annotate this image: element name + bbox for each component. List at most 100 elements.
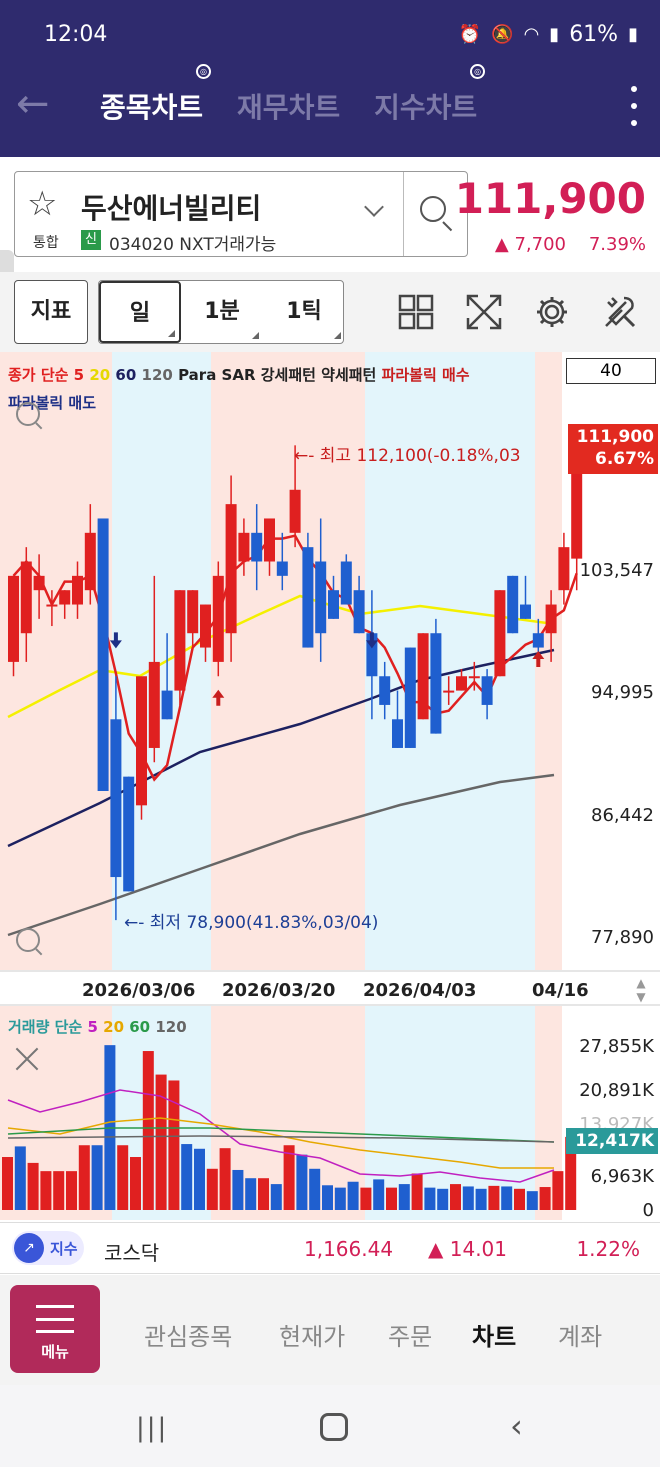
volume-bar: [194, 1148, 205, 1210]
current-price-tag-pct: 6.67%: [595, 449, 654, 469]
volume-bar: [2, 1157, 13, 1210]
volume-bar: [475, 1188, 487, 1210]
current-price-tag: 111,900 6.67%: [568, 424, 658, 474]
index-change-pct: 1.22%: [576, 1237, 640, 1261]
volume-bar: [142, 1051, 154, 1210]
candle-body: [84, 532, 96, 591]
candle-body: [340, 561, 352, 605]
volume-bar: [437, 1188, 449, 1210]
candle-body: [123, 776, 135, 892]
price-chart[interactable]: 종가 단순 5 20 60 120 Para SAR 강세패턴 약세패턴 파라볼…: [0, 352, 660, 1221]
high-annotation-text: 최고 112,100(-0.18%,03: [319, 446, 521, 466]
index-ticker[interactable]: ↗ 지수 코스닥 1,166.44 ▲ 14.01 1.22%: [0, 1222, 660, 1274]
volume-legend-item: 5: [82, 1018, 98, 1036]
signal-icon: ▮: [549, 24, 560, 45]
candle-body: [238, 532, 250, 562]
tab-label: 종목차트: [100, 91, 204, 124]
candle-body: [148, 661, 160, 748]
volume-bar: [66, 1171, 77, 1210]
back-arrow-icon[interactable]: ←: [16, 82, 60, 126]
indicator-legend-item: 120: [136, 366, 173, 384]
zoom-in-icon[interactable]: [16, 402, 40, 426]
volume-bar: [270, 1184, 282, 1210]
status-bar-right: ⏰ 🔕 ◠ ▮ 61% ▮: [459, 22, 638, 47]
sync-icon: ◎: [470, 64, 486, 79]
nav-current-price[interactable]: 현재가: [279, 1317, 345, 1352]
home-icon[interactable]: [320, 1413, 348, 1441]
star-favorite-icon[interactable]: ☆: [27, 186, 57, 222]
candle-body: [212, 575, 224, 662]
volume-bar: [91, 1145, 103, 1210]
close-icon[interactable]: [14, 1046, 40, 1072]
gear-icon[interactable]: [534, 294, 570, 330]
candle-body: [532, 633, 544, 648]
volume-bar: [322, 1185, 333, 1210]
volume-bar: [360, 1187, 372, 1210]
indicator-button[interactable]: 지표: [14, 280, 88, 344]
volume-bar: [283, 1145, 295, 1210]
price-change: ▲ 7,700: [494, 234, 566, 255]
candle-body: [302, 547, 314, 648]
tools-icon[interactable]: [602, 294, 638, 330]
tab-label: 재무차트: [237, 91, 341, 124]
zoom-out-icon[interactable]: [16, 928, 40, 952]
candle-body: [59, 590, 71, 605]
tab-index-chart[interactable]: 지수차트 ◎: [374, 64, 486, 126]
volume-bar: [206, 1168, 218, 1210]
alarm-icon: ⏰: [458, 24, 482, 45]
indicator-legend: 종가 단순 5 20 60 120 Para SAR 강세패턴 약세패턴 파라볼…: [8, 364, 470, 385]
candle-body: [315, 561, 327, 634]
index-badge[interactable]: ↗ 지수: [12, 1231, 84, 1265]
system-nav-bar: ||| ‹: [0, 1385, 660, 1467]
volume-bar: [424, 1187, 436, 1210]
fullscreen-icon[interactable]: [466, 294, 502, 330]
grid-layout-icon[interactable]: [398, 294, 434, 330]
volume-axis-label: 0: [642, 1200, 654, 1221]
date-axis-label: 2026/03/06: [82, 980, 196, 1001]
stock-selector[interactable]: ☆ 두산에너빌리티 통합 신 034020 NXT거래가능: [14, 171, 468, 257]
credit-badge: 신: [81, 230, 101, 250]
index-change: ▲ 14.01: [428, 1237, 507, 1261]
axis-scroll-arrows-icon[interactable]: ▲ ▼: [630, 976, 652, 1006]
candle-body: [328, 590, 339, 619]
volume-bar: [450, 1184, 461, 1210]
battery-icon: ▮: [628, 24, 638, 45]
low-annotation-text: 최저 78,900(41.83%,03/04): [149, 913, 379, 933]
index-value: 1,166.44: [304, 1237, 394, 1261]
chevron-down-icon[interactable]: [364, 197, 384, 217]
sync-icon: ◎: [196, 64, 212, 79]
chart-canvas: [0, 352, 660, 1220]
period-1min[interactable]: 1분: [181, 281, 263, 343]
trend-up-icon: ↗: [14, 1233, 44, 1263]
tab-stock-chart[interactable]: 종목차트 ◎: [100, 64, 212, 126]
recent-apps-icon[interactable]: |||: [136, 1413, 168, 1443]
volume-bar: [386, 1187, 397, 1210]
volume-bar: [53, 1171, 65, 1210]
period-1tick[interactable]: 1틱: [263, 281, 345, 343]
nav-order[interactable]: 주문: [388, 1317, 432, 1352]
candle-body: [494, 590, 506, 677]
system-back-icon[interactable]: ‹: [510, 1407, 523, 1445]
index-badge-label: 지수: [50, 1240, 78, 1258]
period-daily[interactable]: 일: [99, 281, 181, 343]
volume-bar: [373, 1179, 385, 1210]
candle-body: [558, 547, 570, 591]
volume-axis-label: 27,855K: [579, 1036, 654, 1057]
candle-body: [289, 489, 301, 533]
menu-button[interactable]: 메뉴: [10, 1285, 100, 1373]
nav-account[interactable]: 계좌: [558, 1317, 602, 1352]
more-menu-icon[interactable]: [622, 86, 646, 126]
volume-legend-item: 120: [150, 1018, 187, 1036]
indicator-legend-item: Para SAR 강세패턴 약세패턴: [172, 366, 377, 384]
volume-legend-item: 거래량 단순: [8, 1018, 83, 1036]
volume-bar: [232, 1169, 244, 1210]
date-axis-label: 2026/04/03: [363, 980, 477, 1001]
volume-bar: [501, 1186, 513, 1210]
period-count-input[interactable]: 40: [566, 358, 656, 384]
volume-bar: [309, 1168, 321, 1210]
nav-watchlist[interactable]: 관심종목: [144, 1317, 232, 1352]
tab-financial-chart[interactable]: 재무차트: [237, 86, 340, 126]
candle-body: [545, 604, 557, 634]
nav-chart[interactable]: 차트: [472, 1317, 516, 1352]
search-icon: [420, 196, 446, 222]
